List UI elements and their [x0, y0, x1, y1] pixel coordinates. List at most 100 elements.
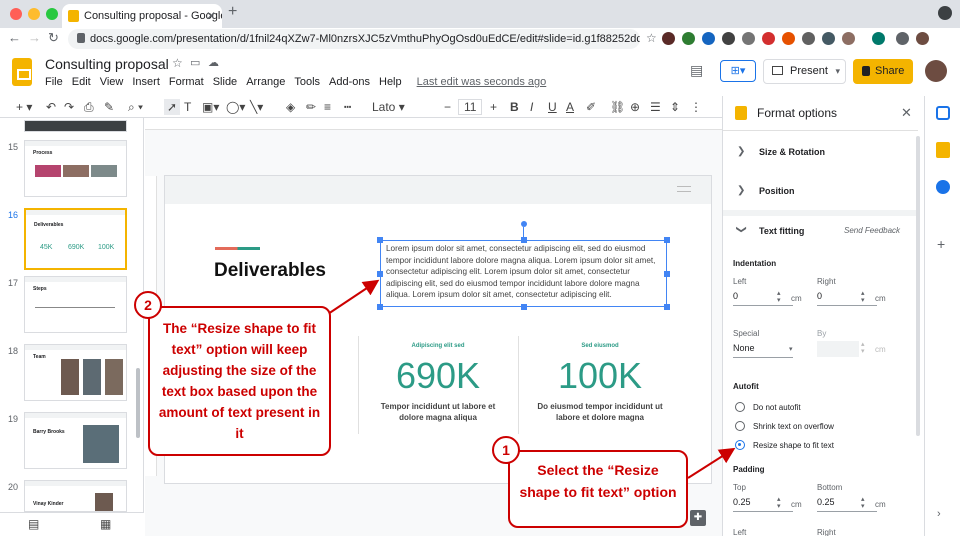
slide-thumbnail[interactable]: Vinay Kinder: [24, 480, 127, 512]
star-icon[interactable]: ☆: [172, 56, 183, 70]
filmstrip-scrollbar[interactable]: [136, 368, 140, 438]
right-indent-input[interactable]: 0: [817, 291, 877, 306]
slide-thumbnail[interactable]: Steps: [24, 276, 127, 333]
last-edit-link[interactable]: Last edit was seconds ago: [417, 76, 547, 88]
move-folder-icon[interactable]: ▭: [190, 56, 200, 69]
keep-icon[interactable]: [936, 142, 950, 158]
redo-icon[interactable]: ↷: [64, 99, 74, 115]
underline-icon[interactable]: U: [548, 99, 557, 115]
forward-icon[interactable]: →: [28, 30, 41, 45]
present-button[interactable]: Present ▾: [763, 59, 846, 84]
radio-label[interactable]: Shrink text on overflow: [753, 422, 834, 431]
radio-label[interactable]: Resize shape to fit text: [753, 441, 834, 450]
extension-icon[interactable]: [762, 32, 775, 45]
new-slide-icon[interactable]: + ▾: [16, 99, 32, 115]
menu-format[interactable]: Format: [169, 76, 204, 88]
menu-arrange[interactable]: Arrange: [246, 76, 285, 88]
chevron-down-icon[interactable]: ▾: [835, 60, 840, 83]
italic-icon[interactable]: I: [530, 99, 533, 115]
select-icon[interactable]: ➚: [164, 99, 181, 115]
avatar[interactable]: [925, 60, 947, 82]
slide-heading[interactable]: Deliverables: [214, 260, 326, 282]
chevron-right-icon[interactable]: ❯: [737, 146, 745, 157]
rotate-handle[interactable]: [521, 221, 527, 227]
chevron-right-icon[interactable]: ›: [937, 508, 941, 520]
stepper-icon[interactable]: ▴ ▾: [861, 290, 865, 304]
position-section[interactable]: Position: [759, 186, 795, 196]
stepper-icon[interactable]: ▴ ▾: [777, 290, 781, 304]
slide-thumbnail-selected[interactable]: Deliverables 45K 690K 100K: [24, 208, 127, 270]
menu-insert[interactable]: Insert: [132, 76, 160, 88]
bookmark-star-icon[interactable]: ☆: [646, 31, 657, 45]
explore-icon[interactable]: ✚: [690, 510, 706, 526]
shape-icon[interactable]: ◯▾: [226, 99, 245, 115]
text-fitting-section[interactable]: Text fitting: [759, 226, 804, 236]
image-icon[interactable]: ▣▾: [202, 99, 219, 115]
bottom-padding-input[interactable]: 0.25: [817, 497, 877, 512]
border-color-icon[interactable]: ✏: [306, 99, 316, 115]
comment-icon[interactable]: ⊕: [630, 99, 640, 115]
extension-icon[interactable]: [702, 32, 715, 45]
resize-handle[interactable]: [664, 271, 670, 277]
minimize-window-button[interactable]: [28, 8, 40, 20]
line-spacing-icon[interactable]: ⇕: [670, 99, 680, 115]
tasks-icon[interactable]: [936, 180, 950, 194]
highlight-icon[interactable]: ✐: [586, 99, 596, 115]
chevron-down-icon[interactable]: ❯: [736, 225, 747, 233]
extension-icon[interactable]: [802, 32, 815, 45]
menu-file[interactable]: File: [45, 76, 63, 88]
back-icon[interactable]: ←: [8, 30, 21, 45]
share-button[interactable]: Share: [853, 59, 913, 84]
radio-do-not-autofit[interactable]: [735, 402, 745, 412]
resize-handle[interactable]: [521, 304, 527, 310]
resize-handle[interactable]: [664, 237, 670, 243]
panel-scrollbar[interactable]: [916, 136, 920, 436]
close-window-button[interactable]: [10, 8, 22, 20]
extension-icon[interactable]: [682, 32, 695, 45]
border-weight-icon[interactable]: ≡: [324, 99, 331, 115]
extension-icon[interactable]: [782, 32, 795, 45]
align-icon[interactable]: ☰: [650, 99, 661, 115]
slide-thumbnail[interactable]: Process: [24, 140, 127, 197]
left-indent-input[interactable]: 0: [733, 291, 793, 306]
chevron-down-icon[interactable]: ▾: [789, 345, 793, 353]
text-color-icon[interactable]: A: [566, 99, 574, 115]
size-rotation-section[interactable]: Size & Rotation: [759, 147, 825, 157]
puzzle-icon[interactable]: [896, 32, 909, 45]
chevron-right-icon[interactable]: ❯: [737, 185, 745, 196]
tab-search-icon[interactable]: [938, 6, 952, 20]
textbox-icon[interactable]: T: [184, 99, 191, 115]
print-icon[interactable]: ⎙: [84, 99, 94, 115]
comments-icon[interactable]: ▤: [690, 62, 703, 79]
stepper-icon[interactable]: ▴ ▾: [861, 496, 865, 510]
close-icon[interactable]: ✕: [901, 105, 912, 121]
border-dash-icon[interactable]: ┅: [344, 99, 351, 115]
stat-block[interactable]: Adipiscing elit sed 690K Tempor incididu…: [368, 343, 508, 423]
slide-thumbnail[interactable]: [24, 120, 127, 132]
resize-handle[interactable]: [521, 237, 527, 243]
close-tab-icon[interactable]: ✕: [206, 4, 216, 28]
extension-icon[interactable]: [662, 32, 675, 45]
resize-handle[interactable]: [664, 304, 670, 310]
new-tab-icon[interactable]: +: [228, 3, 237, 21]
font-select[interactable]: Lato ▾: [372, 99, 434, 115]
font-size-decrease-icon[interactable]: −: [444, 99, 451, 115]
menu-help[interactable]: Help: [379, 76, 402, 88]
profile-avatar[interactable]: [916, 32, 929, 45]
new-meeting-icon[interactable]: ⊞▾: [720, 60, 756, 82]
menu-view[interactable]: View: [100, 76, 124, 88]
radio-label[interactable]: Do not autofit: [753, 403, 801, 412]
menu-slide[interactable]: Slide: [213, 76, 237, 88]
zoom-icon[interactable]: ⌕ ▾: [128, 99, 143, 115]
document-title[interactable]: Consulting proposal: [45, 56, 169, 72]
reload-icon[interactable]: ↻: [48, 30, 59, 46]
fill-color-icon[interactable]: ◈: [286, 99, 295, 115]
radio-resize-shape[interactable]: [735, 440, 745, 450]
extension-icon[interactable]: [822, 32, 835, 45]
calendar-icon[interactable]: [936, 106, 950, 120]
resize-handle[interactable]: [377, 237, 383, 243]
more-icon[interactable]: ⋮: [690, 99, 702, 115]
grid-view-icon[interactable]: ▦: [100, 517, 111, 531]
slides-logo-icon[interactable]: [12, 58, 32, 86]
paint-format-icon[interactable]: ✎: [104, 99, 114, 115]
